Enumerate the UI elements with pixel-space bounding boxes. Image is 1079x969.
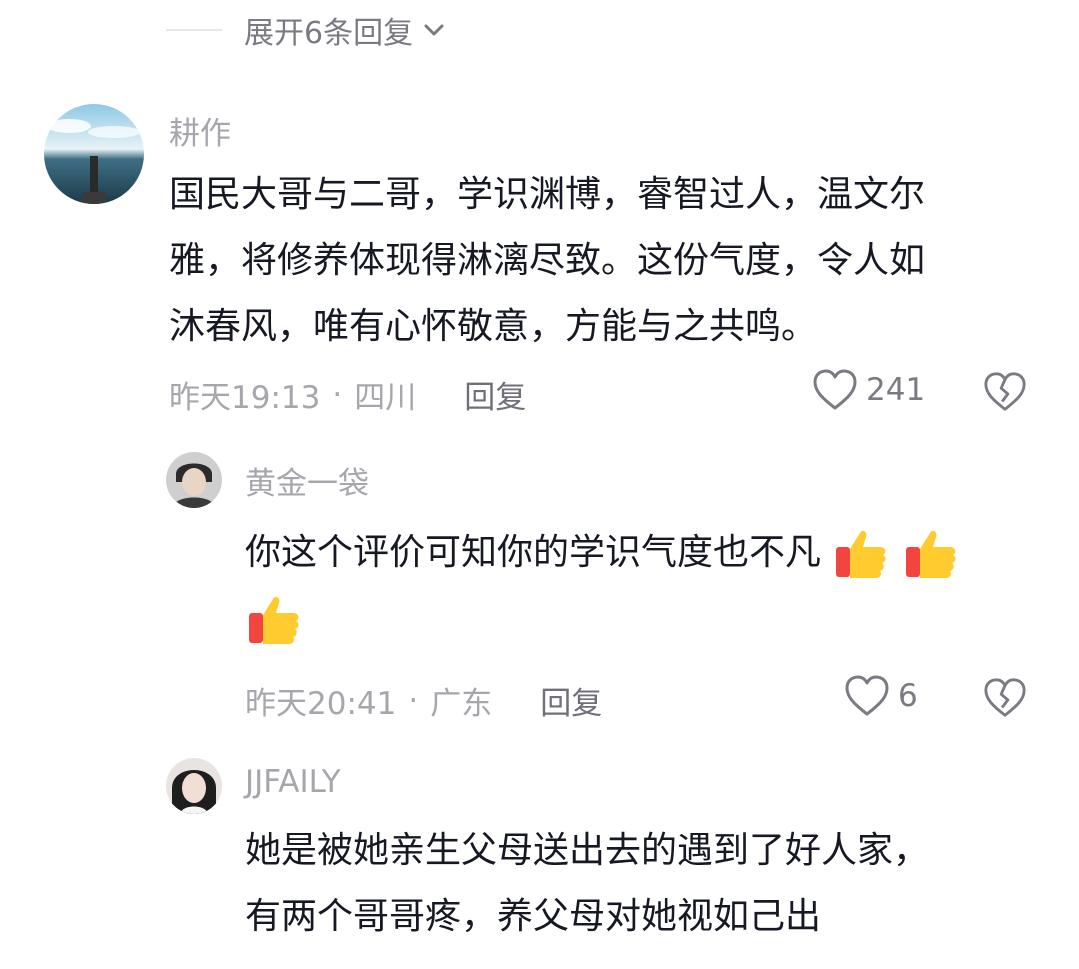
reply-line: 有两个哥哥疼，养父母对她视如己出 (245, 896, 822, 937)
expand-replies[interactable]: 展开6条回复 (166, 6, 449, 54)
avatar-image (44, 104, 144, 204)
avatar-image (166, 452, 222, 508)
divider (166, 29, 222, 31)
reply-text: 她是被她亲生父母送出去的遇到了好人家， 有两个哥哥疼，养父母对她视如己出 (245, 818, 1045, 950)
comment-line: 国民大哥与二哥，学识渊博，睿智过人，温文尔 (169, 174, 926, 215)
reply-meta: 昨天20:41 · 广东 回复 (245, 678, 602, 723)
avatar-image (166, 758, 222, 814)
heart-icon (845, 675, 889, 716)
separator: · (332, 376, 343, 413)
comment-time: 昨天19:13 (169, 380, 321, 416)
reply-button[interactable]: 回复 (464, 372, 526, 417)
separator: · (408, 682, 419, 719)
comment-line: 沐春风，唯有心怀敬意，方能与之共鸣。 (169, 306, 818, 347)
dislike-broken-heart-icon[interactable] (983, 676, 1027, 720)
reply-time: 昨天20:41 (245, 686, 397, 722)
heart-icon (813, 369, 857, 410)
reply-author[interactable]: JJFAILY (245, 764, 341, 800)
reply-text: 你这个评价可知你的学识气度也不凡 (245, 520, 1045, 652)
thumbs-up-icon (836, 530, 887, 578)
comment-author[interactable]: 耕作 (169, 108, 231, 153)
reply-location: 广东 (430, 686, 493, 722)
thumbs-up-icon (249, 596, 299, 644)
comment-line: 雅，将修养体现得淋漓尽致。这份气度，令人如 (169, 240, 926, 281)
like-count: 6 (898, 678, 918, 714)
thumbs-up-icon (905, 530, 956, 578)
dislike-broken-heart-icon[interactable] (983, 370, 1027, 414)
reply-line: 她是被她亲生父母送出去的遇到了好人家， (245, 830, 930, 871)
like-button[interactable]: 6 (844, 674, 918, 718)
expand-replies-label: 展开6条回复 (244, 16, 414, 51)
reply-button[interactable]: 回复 (540, 678, 602, 723)
comment-location: 四川 (354, 380, 417, 416)
avatar[interactable] (166, 452, 222, 508)
reply-text-content: 你这个评价可知你的学识气度也不凡 (245, 532, 822, 573)
reply-author[interactable]: 黄金一袋 (245, 458, 369, 503)
like-count: 241 (866, 372, 926, 408)
comment-meta: 昨天19:13 · 四川 回复 (169, 372, 526, 417)
avatar[interactable] (44, 104, 144, 204)
comment-text: 国民大哥与二哥，学识渊博，睿智过人，温文尔 雅，将修养体现得淋漓尽致。这份气度，… (169, 162, 1049, 360)
like-button[interactable]: 241 (812, 368, 925, 412)
avatar[interactable] (166, 758, 222, 814)
chevron-down-icon (424, 24, 444, 36)
